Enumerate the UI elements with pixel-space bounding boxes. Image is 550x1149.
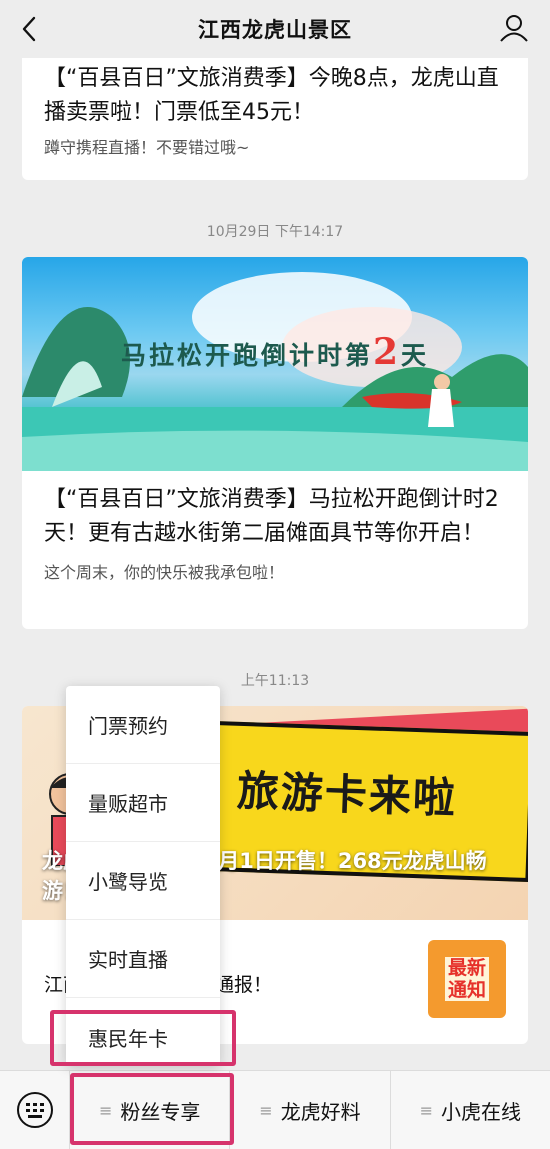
- back-chevron-icon: [22, 16, 36, 42]
- profile-button[interactable]: [498, 12, 530, 44]
- keyboard-icon: [16, 1092, 53, 1128]
- article-card-2[interactable]: 马拉松开跑倒计时第2天 【“百县百日”文旅消费季】马拉松开跑倒计时2天！更有古越…: [22, 257, 528, 629]
- badge-line-2: 通知: [444, 979, 489, 1001]
- timestamp: 10月29日 下午14:17: [206, 224, 344, 240]
- bottom-menu-bar: ≡ 粉丝专享 ≡ 龙虎好料 ≡ 小虎在线: [0, 1070, 550, 1149]
- article-title[interactable]: 【“百县百日”文旅消费季】马拉松开跑倒计时2天！更有古越水街第二届傩面具节等你开…: [22, 471, 528, 551]
- banner-text: 马拉松开跑倒计时第: [120, 341, 373, 370]
- menu-tab-fan-exclusive[interactable]: ≡ 粉丝专享: [70, 1070, 231, 1149]
- article-subtitle: 蹲守携程直播！不要错过哦~: [44, 138, 250, 157]
- submenu-popup: 门票预约 量贩超市 小鹭导览 实时直播 惠民年卡: [66, 686, 220, 1066]
- submenu-item-supermarket[interactable]: 量贩超市: [66, 764, 220, 842]
- banner-big-text: 旅游卡来啦: [236, 766, 458, 823]
- hamburger-icon: ≡: [419, 1100, 434, 1120]
- menu-tab-label: 粉丝专享: [120, 1099, 201, 1124]
- menu-tab-label: 龙虎好料: [280, 1099, 361, 1124]
- menu-tab-xiaohu-online[interactable]: ≡ 小虎在线: [391, 1071, 550, 1149]
- back-button[interactable]: [14, 14, 44, 44]
- menu-tab-label: 小虎在线: [441, 1099, 522, 1124]
- article-banner-image[interactable]: 马拉松开跑倒计时第2天: [22, 257, 528, 471]
- notice-badge-image: 最新 通知: [428, 940, 506, 1018]
- page-title: 江西龙虎山景区: [198, 18, 352, 42]
- keyboard-toggle-button[interactable]: [0, 1070, 70, 1149]
- hamburger-icon: ≡: [259, 1100, 273, 1120]
- banner-suffix: 天: [401, 341, 430, 370]
- submenu-item-ticket-booking[interactable]: 门票预约: [66, 686, 220, 764]
- top-nav-bar: 江西龙虎山景区: [0, 0, 550, 58]
- user-profile-icon: [500, 15, 528, 42]
- hamburger-icon: ≡: [98, 1100, 113, 1120]
- menu-tab-longhu-goods[interactable]: ≡ 龙虎好料: [230, 1070, 391, 1149]
- article-title[interactable]: 【“百县百日”文旅消费季】今晚8点，龙虎山直播卖票啦！门票低至45元！: [22, 62, 528, 130]
- badge-line-1: 最新: [444, 957, 489, 979]
- banner-headline: 马拉松开跑倒计时第2天: [22, 331, 528, 373]
- submenu-item-guide[interactable]: 小鹭导览: [66, 842, 220, 920]
- submenu-item-live[interactable]: 实时直播: [66, 920, 220, 998]
- banner-number: 2: [372, 331, 402, 373]
- submenu-item-annual-card[interactable]: 惠民年卡: [66, 998, 220, 1076]
- article-subtitle: 这个周末，你的快乐被我承包啦！: [44, 563, 285, 582]
